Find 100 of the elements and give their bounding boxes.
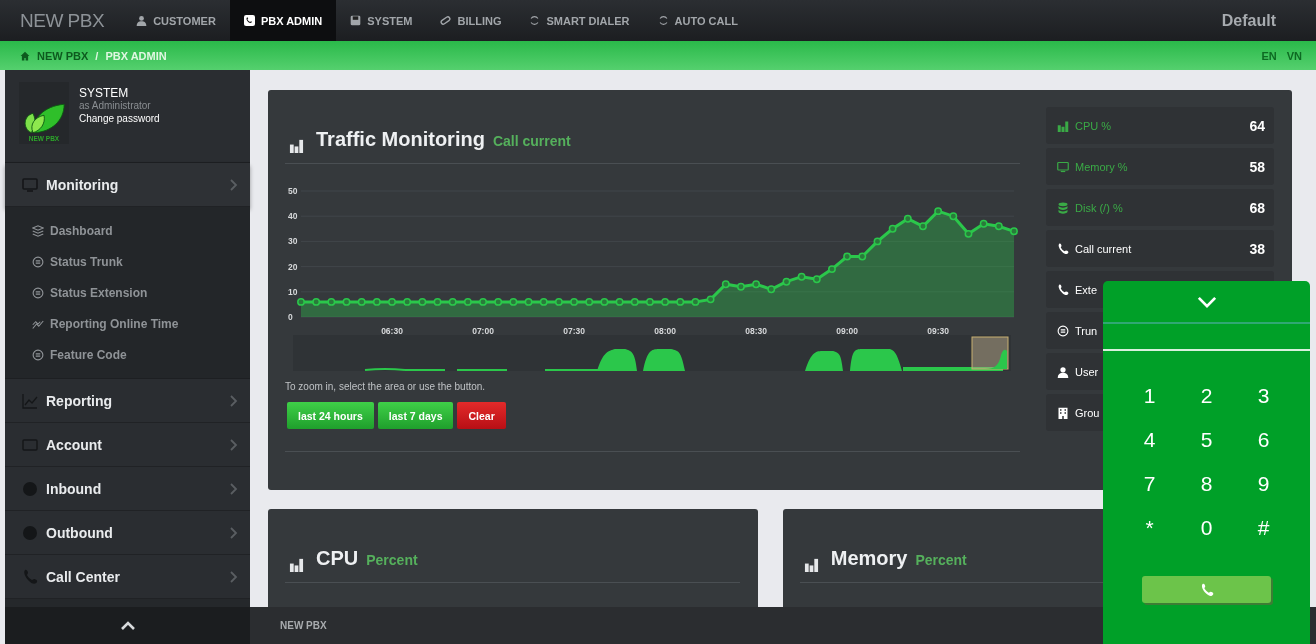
menu-item[interactable]: Account bbox=[5, 423, 250, 467]
database-icon bbox=[1057, 201, 1069, 214]
footer-text: NEW PBX bbox=[280, 620, 327, 631]
menu-item[interactable]: Monitoring bbox=[5, 163, 250, 207]
chevron-right-icon bbox=[230, 570, 238, 583]
monitor-icon bbox=[22, 176, 38, 193]
point bbox=[585, 297, 594, 306]
leaf-logo-icon bbox=[22, 101, 66, 135]
nav-tab[interactable]: BILLING bbox=[426, 0, 516, 41]
nav-tab[interactable]: SYSTEM bbox=[336, 0, 427, 41]
stat-label: Memory % bbox=[1057, 160, 1128, 173]
dial-key[interactable]: 8 bbox=[1178, 462, 1235, 506]
dial-key[interactable]: 1 bbox=[1121, 374, 1178, 418]
stat-value: 64 bbox=[1249, 117, 1265, 134]
y-axis-label: 50 bbox=[288, 186, 298, 196]
card-subtitle: Call current bbox=[492, 133, 571, 149]
menu-item[interactable]: Call Center bbox=[5, 555, 250, 599]
point bbox=[934, 207, 943, 216]
dial-key[interactable]: # bbox=[1235, 506, 1292, 550]
bar-chart-icon bbox=[289, 138, 304, 153]
dial-key[interactable]: 0 bbox=[1178, 506, 1235, 550]
stat-value: 68 bbox=[1249, 199, 1265, 216]
point bbox=[903, 214, 912, 223]
point bbox=[782, 277, 791, 286]
range-button[interactable]: last 24 hours bbox=[287, 402, 374, 429]
point bbox=[888, 224, 897, 233]
dial-key[interactable]: 9 bbox=[1235, 462, 1292, 506]
x-axis-label: 06:30 bbox=[381, 326, 403, 336]
stack-icon bbox=[32, 224, 44, 237]
submenu-item[interactable]: Reporting Online Time bbox=[32, 308, 179, 339]
dial-key[interactable]: 7 bbox=[1121, 462, 1178, 506]
point bbox=[494, 297, 503, 306]
phone-icon bbox=[1057, 242, 1069, 255]
submenu-item[interactable]: Status Trunk bbox=[32, 246, 123, 277]
point bbox=[448, 297, 457, 306]
user-name: SYSTEM bbox=[79, 86, 130, 100]
stat-label: User bbox=[1057, 365, 1099, 378]
card-title: Traffic Monitoring bbox=[316, 128, 485, 151]
point bbox=[403, 297, 412, 306]
language-link[interactable]: VN bbox=[1286, 49, 1302, 62]
x-axis-label: 07:00 bbox=[472, 326, 494, 336]
menu-item[interactable]: Outbound bbox=[5, 511, 250, 555]
breadcrumb-link[interactable]: NEW PBX bbox=[37, 49, 89, 62]
change-password-link[interactable]: Change password bbox=[79, 113, 160, 124]
point bbox=[479, 297, 487, 306]
point bbox=[691, 297, 700, 306]
y-axis-label: 0 bbox=[288, 312, 293, 322]
submenu-item[interactable]: Feature Code bbox=[32, 339, 127, 370]
stat-label: Disk (/) % bbox=[1057, 201, 1123, 214]
point bbox=[554, 297, 563, 306]
point bbox=[812, 275, 821, 284]
point bbox=[433, 297, 442, 306]
stat-label: Grou bbox=[1057, 406, 1100, 419]
dial-key[interactable]: 4 bbox=[1121, 418, 1178, 462]
nav-tab[interactable]: PBX ADMIN bbox=[229, 0, 337, 41]
breadcrumb-separator: / bbox=[95, 49, 99, 62]
profile-name[interactable]: Default bbox=[1221, 11, 1276, 30]
point bbox=[372, 297, 381, 306]
chevron-right-icon bbox=[230, 438, 238, 451]
menu-item[interactable]: Reporting bbox=[5, 379, 250, 423]
menu-item[interactable]: Inbound bbox=[5, 467, 250, 511]
stat-label: CPU % bbox=[1057, 119, 1112, 132]
submenu-item[interactable]: Status Extension bbox=[32, 277, 148, 308]
stat-label: Trun bbox=[1057, 324, 1098, 337]
phone-icon bbox=[243, 15, 255, 26]
nav-tab[interactable]: CUSTOMER bbox=[122, 0, 230, 41]
dial-key[interactable]: 2 bbox=[1178, 374, 1235, 418]
point bbox=[858, 252, 867, 261]
chevron-down-icon bbox=[1196, 295, 1217, 308]
phone-icon bbox=[1199, 582, 1214, 597]
dial-key[interactable]: 6 bbox=[1235, 418, 1292, 462]
point bbox=[676, 297, 685, 306]
circle-equal-icon bbox=[32, 348, 44, 361]
home-icon[interactable] bbox=[20, 50, 30, 61]
point bbox=[964, 229, 973, 238]
x-axis-label: 07:30 bbox=[563, 326, 585, 336]
chart-icon bbox=[22, 392, 38, 409]
dial-key[interactable]: 5 bbox=[1178, 418, 1235, 462]
submenu-item[interactable]: Dashboard bbox=[32, 215, 113, 246]
point bbox=[570, 297, 579, 306]
y-axis-label: 40 bbox=[288, 211, 298, 222]
monitor-icon bbox=[1057, 160, 1069, 173]
phone-icon bbox=[22, 568, 38, 585]
range-button[interactable]: Clear bbox=[457, 402, 506, 429]
nav-tab[interactable]: AUTO CALL bbox=[643, 0, 752, 41]
pill-icon bbox=[440, 15, 452, 26]
nav-tab[interactable]: SMART DIALER bbox=[515, 0, 644, 41]
dial-key[interactable]: * bbox=[1121, 506, 1178, 550]
card-subtitle: Percent bbox=[366, 552, 418, 568]
chevron-right-icon bbox=[230, 526, 238, 539]
point bbox=[843, 252, 852, 261]
language-link[interactable]: EN bbox=[1261, 49, 1277, 62]
point bbox=[873, 237, 882, 246]
dial-key[interactable]: 3 bbox=[1235, 374, 1292, 418]
brand-name[interactable]: NEW PBX bbox=[20, 9, 105, 32]
point bbox=[297, 297, 305, 306]
range-button[interactable]: last 7 days bbox=[377, 402, 454, 429]
card-title: CPU bbox=[316, 547, 359, 570]
point bbox=[509, 297, 518, 306]
point bbox=[721, 280, 730, 289]
